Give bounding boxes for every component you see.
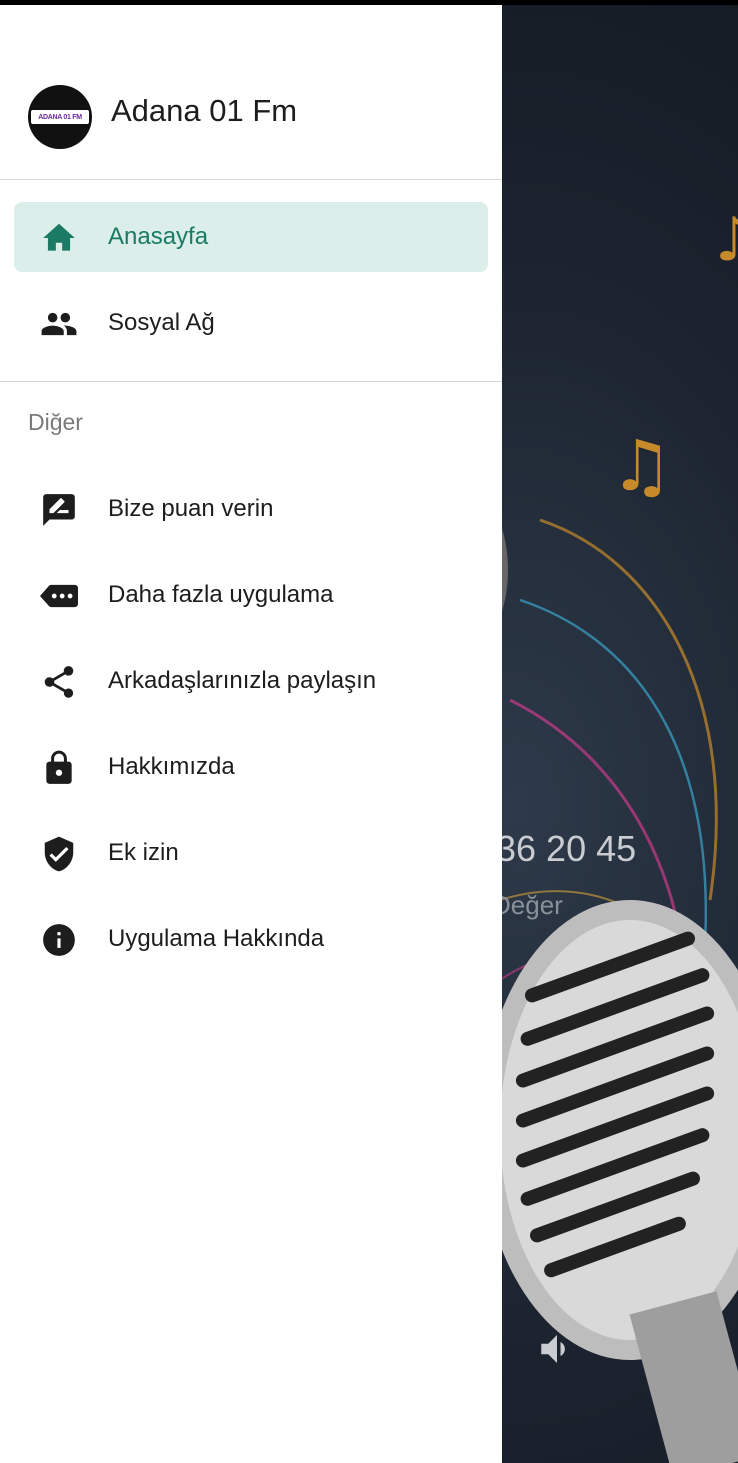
more-apps-icon xyxy=(40,584,78,608)
share-icon xyxy=(44,666,74,698)
section-divider xyxy=(0,381,502,382)
section-title-diger: Diğer xyxy=(28,409,83,435)
nav-label: Hakkımızda xyxy=(108,753,235,780)
lock-icon xyxy=(46,750,72,784)
status-bar xyxy=(0,0,738,5)
nav-label: Daha fazla uygulama xyxy=(108,581,334,608)
shield-check-icon xyxy=(44,836,74,872)
nav-item-anasayfa[interactable]: Anasayfa xyxy=(14,202,488,272)
nav-item-extra-permission[interactable]: Ek izin xyxy=(14,818,488,888)
svg-text:♫: ♫ xyxy=(610,425,673,507)
nav-label: Uygulama Hakkında xyxy=(108,925,325,952)
home-icon xyxy=(43,223,75,251)
nav-item-sosyal-ag[interactable]: Sosyal Ağ xyxy=(14,288,488,358)
music-art-background: ♫ ♪ xyxy=(480,205,738,1463)
volume-icon[interactable] xyxy=(536,1328,578,1370)
background-sub-text: Değer xyxy=(492,890,563,920)
drawer-header: ADANA 01 FM Adana 01 Fm xyxy=(0,5,502,179)
nav-label: Bize puan verin xyxy=(108,495,274,522)
navigation-drawer: ADANA 01 FM Adana 01 Fm Anasayfa Sosyal … xyxy=(0,5,502,1463)
nav-label: Arkadaşlarınızla paylaşın xyxy=(108,667,377,694)
nav-label: Anasayfa xyxy=(108,223,209,250)
logo-text: ADANA 01 FM xyxy=(38,113,82,121)
people-icon xyxy=(41,312,77,336)
nav-item-about-app[interactable]: Uygulama Hakkında xyxy=(14,904,488,974)
header-divider xyxy=(0,179,502,180)
nav-item-rate-us[interactable]: Bize puan verin xyxy=(14,474,488,544)
nav-label: Ek izin xyxy=(108,839,179,866)
nav-label: Sosyal Ağ xyxy=(108,309,215,336)
background-number-text: 36 20 45 xyxy=(496,828,637,869)
svg-text:♪: ♪ xyxy=(715,205,738,275)
nav-item-more-apps[interactable]: Daha fazla uygulama xyxy=(14,560,488,630)
app-logo: ADANA 01 FM xyxy=(28,85,92,149)
rate-review-icon xyxy=(43,494,75,526)
nav-item-share[interactable]: Arkadaşlarınızla paylaşın xyxy=(14,646,488,716)
app-title: Adana 01 Fm xyxy=(111,93,298,128)
nav-item-about-us[interactable]: Hakkımızda xyxy=(14,732,488,802)
info-icon xyxy=(43,924,75,956)
